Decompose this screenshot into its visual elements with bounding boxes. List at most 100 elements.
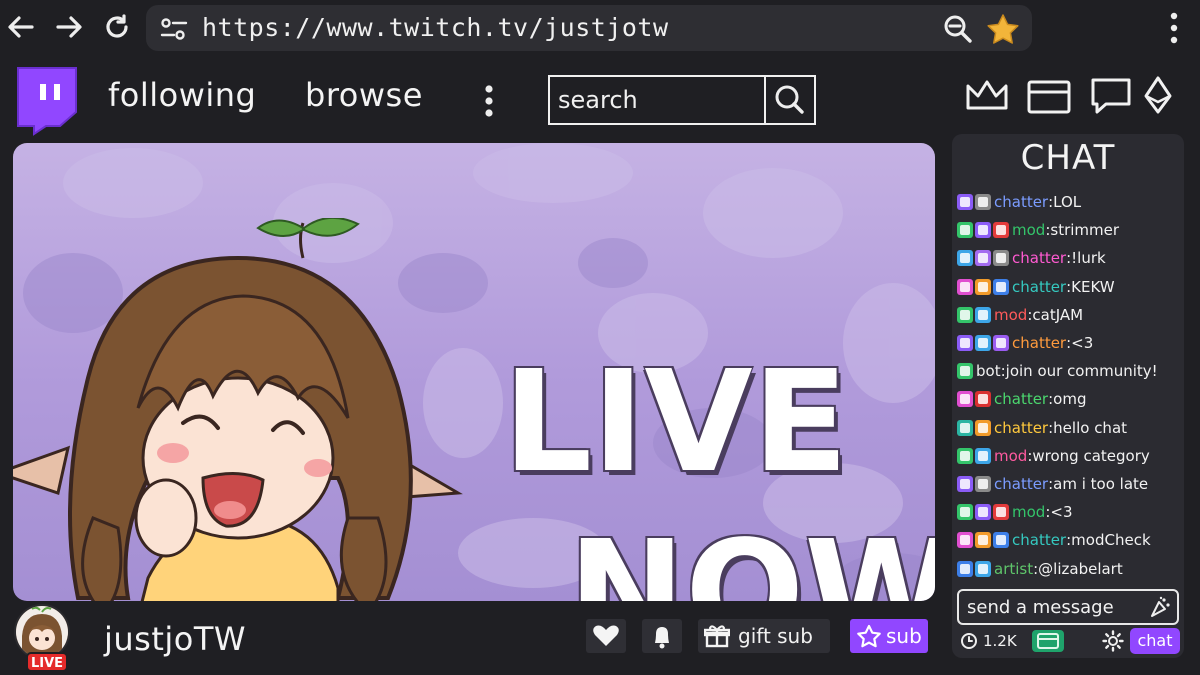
- chat-badge-icon[interactable]: [957, 222, 973, 239]
- chat-badge-icon[interactable]: [957, 194, 973, 210]
- chat-input-box: [957, 589, 1179, 625]
- bits-icon[interactable]: [1138, 74, 1178, 118]
- chat-send-button[interactable]: chat: [1130, 628, 1180, 654]
- chat-badge-icon[interactable]: [993, 250, 1009, 267]
- gift-sub-button[interactable]: gift sub: [698, 619, 830, 653]
- star-icon: [857, 624, 881, 648]
- chat-badge-icon[interactable]: [993, 504, 1009, 521]
- chat-badge-icon[interactable]: [957, 419, 973, 436]
- search-icon[interactable]: [764, 77, 814, 123]
- follow-button[interactable]: [586, 619, 626, 653]
- chat-message: mod: strimmer: [957, 218, 1119, 242]
- site-settings-icon[interactable]: [160, 17, 188, 41]
- zoom-out-icon[interactable]: [942, 13, 974, 45]
- chat-username[interactable]: chatter: [994, 193, 1048, 211]
- chat-badge-icon[interactable]: [957, 532, 973, 549]
- chat-message: chatter: hello chat: [957, 416, 1127, 440]
- subscribe-button[interactable]: sub: [850, 619, 928, 653]
- more-vertical-icon[interactable]: [484, 84, 494, 118]
- gift-icon: [704, 625, 730, 648]
- chat-badge-icon[interactable]: [957, 504, 973, 521]
- chat-username[interactable]: chatter: [994, 475, 1048, 493]
- chat-badge-icon[interactable]: [957, 278, 973, 295]
- chat-message-text: wrong category: [1032, 446, 1150, 465]
- chat-badge-icon[interactable]: [975, 391, 991, 408]
- crown-icon[interactable]: [964, 74, 1010, 118]
- chat-badge-icon[interactable]: [957, 335, 973, 351]
- chat-badge-icon[interactable]: [993, 532, 1009, 549]
- address-bar[interactable]: https://www.twitch.tv/justjotw: [146, 5, 1032, 51]
- chat-badge-icon[interactable]: [975, 222, 991, 239]
- chat-badge-icon[interactable]: [957, 447, 973, 464]
- chat-input[interactable]: [959, 591, 1139, 623]
- chat-badge-icon[interactable]: [957, 476, 973, 492]
- now-overlay-text: NOW: [568, 511, 935, 602]
- chat-message: mod: catJAM: [957, 303, 1083, 327]
- back-arrow-icon[interactable]: [4, 10, 38, 44]
- chat-badge-icon[interactable]: [957, 306, 973, 323]
- stream-player[interactable]: LIVE NOW: [13, 143, 935, 601]
- notifications-button[interactable]: [642, 619, 682, 653]
- chat-message-text: hello chat: [1053, 418, 1128, 437]
- chat-badge-icon[interactable]: [975, 476, 991, 492]
- chat-message: chatter: omg: [957, 387, 1086, 411]
- chat-badge-icon[interactable]: [975, 306, 991, 323]
- chat-badge-icon[interactable]: [993, 335, 1009, 351]
- chat-badge-icon[interactable]: [957, 363, 973, 380]
- chat-message-text: strimmer: [1050, 221, 1120, 240]
- gear-icon[interactable]: [1102, 630, 1124, 652]
- sub-label: sub: [886, 624, 922, 648]
- chat-username[interactable]: mod: [994, 447, 1027, 465]
- chat-username[interactable]: mod: [1012, 221, 1045, 239]
- browser-toolbar: https://www.twitch.tv/justjotw: [0, 0, 1200, 56]
- chat-username[interactable]: chatter: [1012, 334, 1066, 352]
- chat-badge-icon[interactable]: [975, 532, 991, 549]
- viewer-count-icon: [960, 632, 978, 650]
- nav-following[interactable]: following: [108, 76, 256, 114]
- url-text[interactable]: https://www.twitch.tv/justjotw: [202, 13, 669, 42]
- twitch-logo[interactable]: [12, 62, 82, 136]
- forward-arrow-icon[interactable]: [52, 10, 86, 44]
- refresh-icon[interactable]: [100, 10, 134, 44]
- chat-badge-icon[interactable]: [957, 250, 973, 267]
- chat-username[interactable]: bot: [976, 362, 1001, 380]
- chat-badge-icon[interactable]: [975, 250, 991, 267]
- bookmark-star-icon[interactable]: [986, 13, 1020, 45]
- chat-message: chatter: am i too late: [957, 472, 1148, 496]
- chat-message: chatter: KEKW: [957, 275, 1115, 299]
- live-overlay-text: LIVE: [503, 341, 849, 504]
- channel-name[interactable]: justjoTW: [104, 620, 246, 658]
- chat-badge-icon[interactable]: [957, 391, 973, 408]
- chat-username[interactable]: chatter: [1012, 249, 1066, 267]
- chat-badge-icon[interactable]: [975, 419, 991, 436]
- inbox-icon[interactable]: [1026, 74, 1072, 118]
- channel-points-button[interactable]: [1032, 630, 1064, 652]
- chat-message-text: catJAM: [1032, 305, 1084, 324]
- chat-username[interactable]: mod: [994, 306, 1027, 324]
- chibi-character-illustration: [13, 218, 463, 601]
- chat-bubble-icon[interactable]: [1088, 74, 1134, 118]
- chat-badge-icon[interactable]: [957, 560, 973, 577]
- chat-badge-icon[interactable]: [993, 278, 1009, 295]
- chat-username[interactable]: chatter: [994, 390, 1048, 408]
- chat-badge-icon[interactable]: [975, 560, 991, 577]
- chat-badge-icon[interactable]: [975, 335, 991, 351]
- nav-browse[interactable]: browse: [305, 76, 423, 114]
- chat-username[interactable]: artist: [994, 560, 1033, 578]
- chat-message: artist: @lizabelart: [957, 557, 1123, 581]
- chat-badge-icon[interactable]: [975, 194, 991, 210]
- chat-badge-icon[interactable]: [993, 222, 1009, 239]
- chat-username[interactable]: chatter: [1012, 531, 1066, 549]
- chat-badge-icon[interactable]: [975, 447, 991, 464]
- chat-badge-icon[interactable]: [975, 504, 991, 521]
- chat-message: chatter: <3: [957, 331, 1093, 355]
- chat-message-text: <3: [1050, 503, 1073, 522]
- chat-username[interactable]: chatter: [994, 419, 1048, 437]
- emote-picker-icon[interactable]: [1149, 596, 1171, 618]
- chat-username[interactable]: chatter: [1012, 278, 1066, 296]
- chat-message-text: LOL: [1053, 193, 1082, 211]
- more-vertical-icon[interactable]: [1170, 12, 1178, 44]
- search-input[interactable]: [550, 77, 768, 123]
- chat-username[interactable]: mod: [1012, 503, 1045, 521]
- chat-badge-icon[interactable]: [975, 278, 991, 295]
